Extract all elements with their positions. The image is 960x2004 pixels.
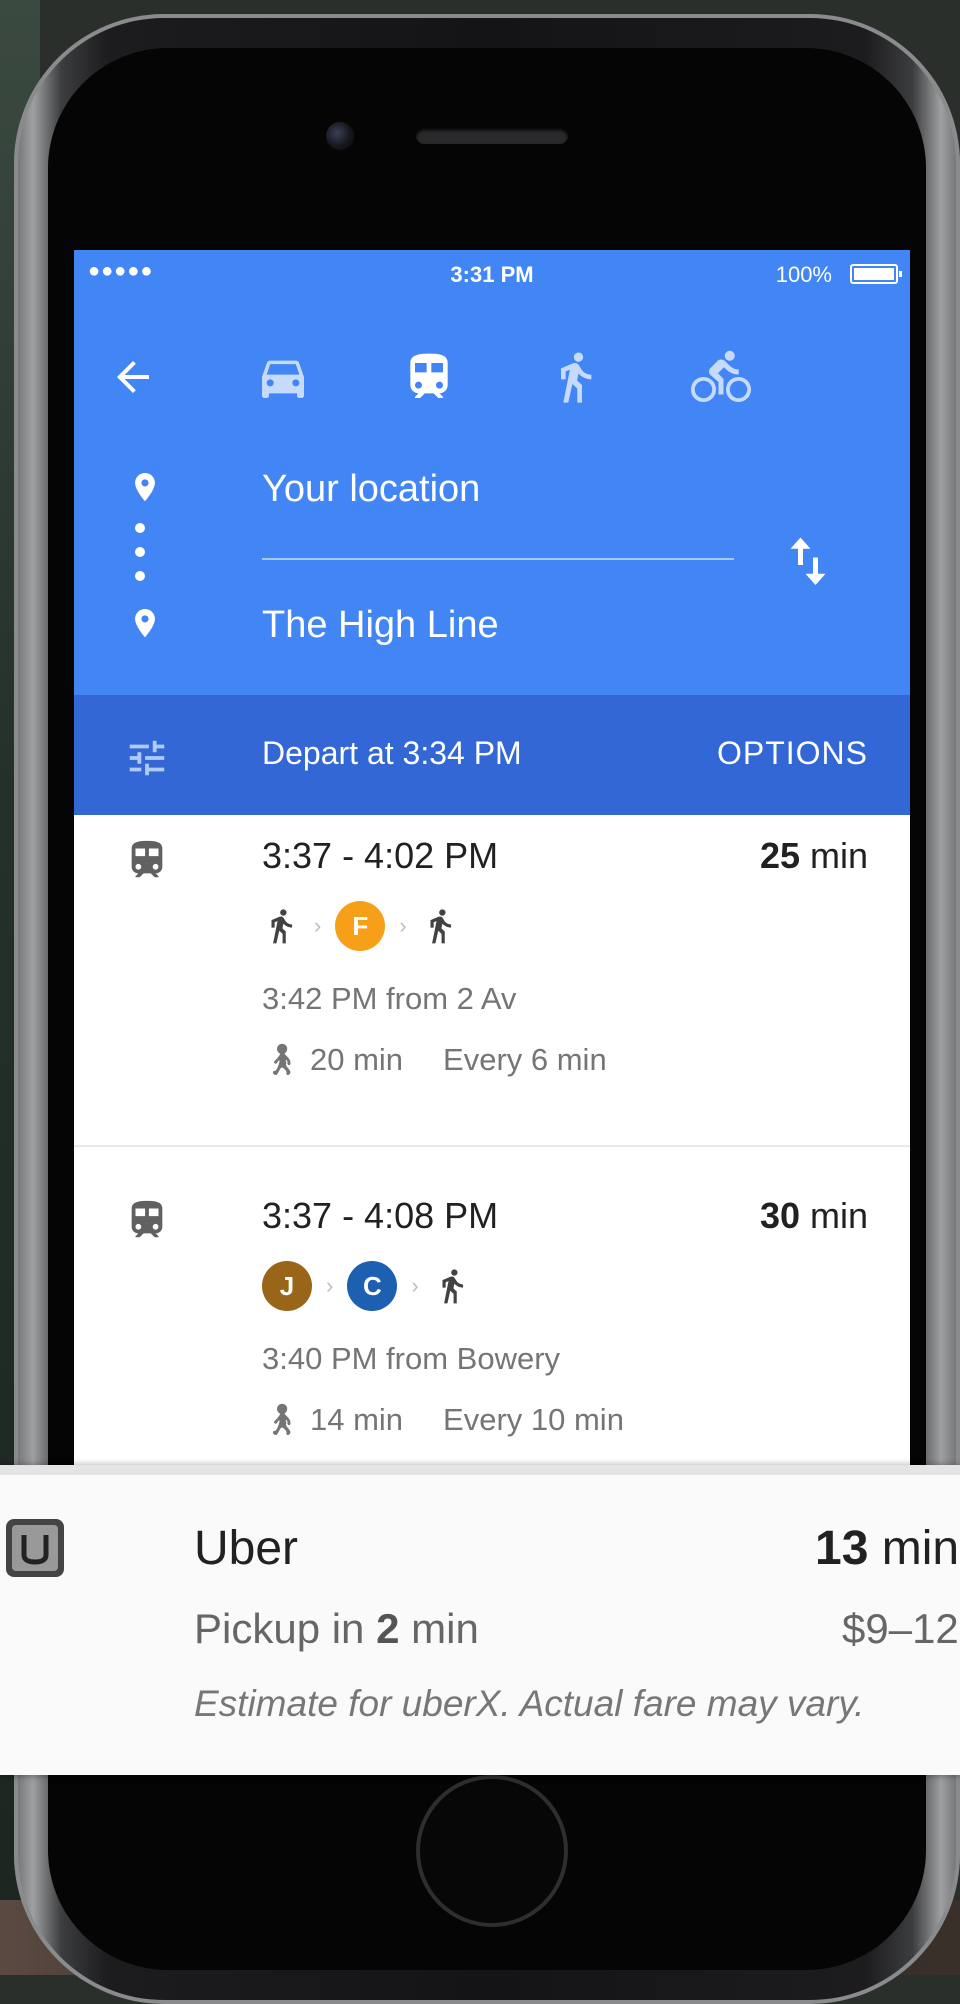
card-top-edge bbox=[0, 1465, 960, 1475]
home-button[interactable] bbox=[416, 1775, 568, 1927]
earpiece-speaker bbox=[416, 128, 568, 144]
chevron-right-icon: › bbox=[314, 913, 322, 938]
route-steps: › F › bbox=[262, 900, 459, 952]
uber-card[interactable]: Uber 13 min Pickup in 2 min $9–12 Estima… bbox=[0, 1465, 960, 1775]
train-icon bbox=[131, 1200, 163, 1238]
departure-info: 3:40 PM from Bowery bbox=[262, 1341, 561, 1376]
route-duration: 25 min bbox=[759, 835, 868, 876]
swap-locations-button[interactable] bbox=[778, 530, 838, 590]
frequency: Every 6 min bbox=[443, 1042, 607, 1077]
walk-duration: 14 min bbox=[309, 1402, 404, 1437]
origin-field: Your location bbox=[262, 468, 481, 510]
subway-line-badge: C bbox=[347, 1261, 398, 1311]
battery-percentage: 100% bbox=[775, 262, 832, 287]
field-divider bbox=[262, 558, 734, 560]
status-bar: ●●●●● 3:31 PM 100% bbox=[74, 250, 910, 296]
location-pin-icon bbox=[135, 609, 155, 638]
chevron-right-icon: › bbox=[399, 913, 407, 938]
location-pin-icon bbox=[135, 473, 155, 502]
front-camera bbox=[326, 122, 354, 150]
train-icon bbox=[410, 353, 448, 398]
tune-sliders-icon bbox=[129, 740, 165, 776]
uber-duration: 13 min bbox=[815, 1522, 960, 1575]
battery-icon bbox=[850, 264, 902, 284]
walk-duration: 20 min bbox=[309, 1042, 404, 1077]
subway-line-badge: F bbox=[335, 901, 386, 951]
walking-icon bbox=[430, 909, 451, 944]
uber-price: $9–12 bbox=[842, 1605, 959, 1652]
depart-time-bar[interactable]: Depart at 3:34 PM OPTIONS bbox=[74, 695, 910, 815]
back-button[interactable] bbox=[98, 342, 168, 412]
chevron-right-icon: › bbox=[326, 1273, 334, 1298]
mode-transit[interactable] bbox=[394, 342, 464, 412]
travel-mode-bar bbox=[74, 342, 910, 422]
subway-line-badge: J bbox=[262, 1261, 312, 1311]
route-steps: J › C › bbox=[262, 1260, 471, 1312]
depart-time-label[interactable]: Depart at 3:34 PM bbox=[262, 735, 522, 772]
small-walk-icon: 🚶︎ bbox=[262, 1402, 302, 1437]
uber-estimate-note: Estimate for uberX. Actual fare may vary… bbox=[194, 1683, 865, 1724]
walking-icon bbox=[442, 1269, 463, 1304]
bicycle-icon bbox=[691, 350, 751, 402]
route-meta: 🚶︎ 20 min Every 6 min bbox=[262, 1041, 607, 1078]
directions-header: ●●●●● 3:31 PM 100% Your location The Hig… bbox=[74, 250, 910, 695]
walking-icon bbox=[271, 909, 293, 944]
options-button[interactable]: OPTIONS bbox=[717, 735, 868, 772]
destination-field: The High Line bbox=[262, 604, 499, 646]
swap-arrows-icon bbox=[790, 537, 826, 585]
mode-walking[interactable] bbox=[540, 342, 610, 412]
mode-cycling[interactable] bbox=[686, 342, 756, 412]
frequency: Every 10 min bbox=[443, 1402, 624, 1437]
destination-row[interactable]: The High Line bbox=[74, 586, 910, 656]
uber-logo-icon bbox=[6, 1519, 64, 1577]
uber-pickup: Pickup in 2 min bbox=[194, 1605, 479, 1652]
route-times: 3:37 - 4:08 PM bbox=[262, 1195, 499, 1236]
route-meta: 🚶︎ 14 min Every 10 min bbox=[262, 1401, 624, 1438]
route-times: 3:37 - 4:02 PM bbox=[262, 835, 499, 876]
car-icon bbox=[262, 360, 304, 398]
small-walk-icon: 🚶︎ bbox=[262, 1042, 302, 1077]
route-divider bbox=[74, 1145, 910, 1147]
train-icon bbox=[131, 840, 163, 878]
route-option[interactable]: 3:37 - 4:02 PM 25 min › F › 3:42 PM from… bbox=[74, 815, 910, 1170]
origin-row[interactable]: Your location bbox=[74, 450, 910, 520]
mode-driving[interactable] bbox=[248, 342, 318, 412]
back-arrow-icon bbox=[117, 361, 149, 393]
chevron-right-icon: › bbox=[411, 1273, 419, 1298]
walking-icon bbox=[561, 352, 592, 403]
uber-title: Uber bbox=[194, 1522, 299, 1575]
route-duration: 30 min bbox=[759, 1195, 868, 1236]
departure-info: 3:42 PM from 2 Av bbox=[262, 981, 517, 1016]
route-dots-icon bbox=[135, 523, 145, 581]
